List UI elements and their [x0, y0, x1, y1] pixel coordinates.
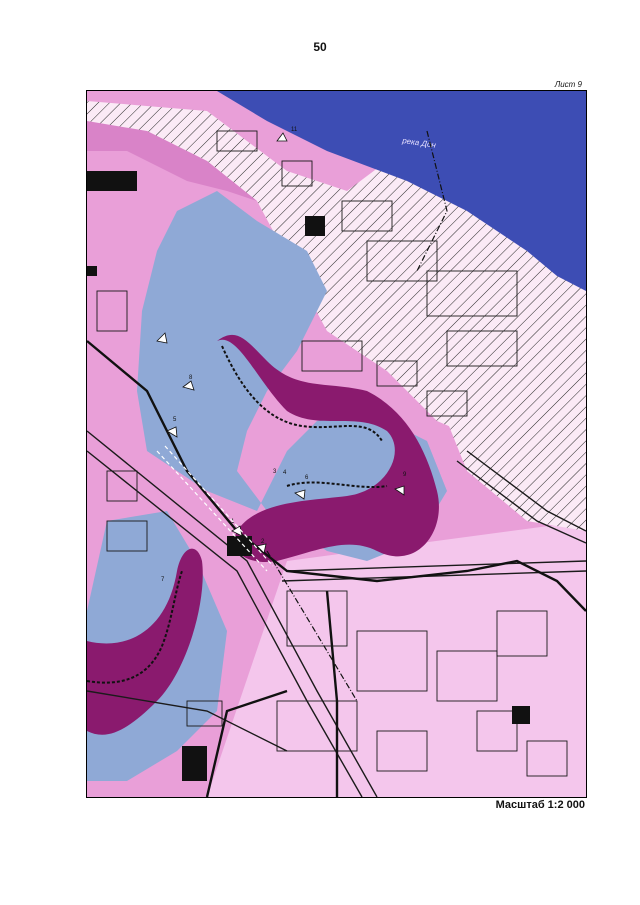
point-label-11: 11	[291, 127, 298, 133]
map-canvas: река Дон 1 2 3 4 5 6 7 8 9 11	[87, 91, 586, 797]
scale-label: Масштаб 1:2 000	[495, 799, 585, 811]
page-number: 50	[313, 40, 327, 54]
map-frame[interactable]: река Дон 1 2 3 4 5 6 7 8 9 11	[86, 90, 587, 798]
sheet-label: Лист 9	[554, 80, 582, 89]
